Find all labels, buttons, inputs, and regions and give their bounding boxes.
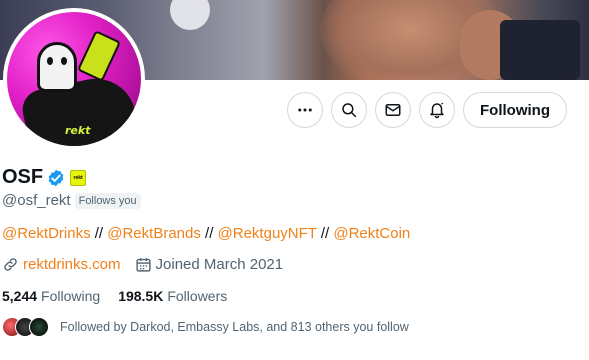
bio-separator: // (200, 225, 218, 242)
avatar-eye (47, 57, 53, 65)
notifications-button[interactable] (419, 92, 455, 128)
profile-meta: rektdrinks.com Joined March 2021 (2, 256, 283, 273)
profile-actions: Following (287, 92, 567, 128)
affiliate-badge-icon[interactable]: rekt (70, 169, 87, 186)
following-count[interactable]: 5,244 (2, 288, 37, 304)
message-button[interactable] (375, 92, 411, 128)
profile-bio: @RektDrinks // @RektBrands // @RektguyNF… (2, 225, 410, 242)
profile-handle: @osf_rekt (2, 192, 71, 209)
bio-mention-rektguynft[interactable]: @RektguyNFT (218, 225, 317, 242)
more-button[interactable] (287, 92, 323, 128)
avatar-eye (61, 57, 67, 65)
joined-date: Joined March 2021 (155, 256, 284, 273)
profile-website-link[interactable]: rektdrinks.com (23, 256, 121, 273)
profile-stats: 5,244 Following 198.5K Followers (2, 288, 245, 304)
search-icon (342, 103, 357, 118)
followed-by-avatars (2, 317, 50, 337)
calendar-icon (135, 258, 151, 272)
following-link[interactable]: Following (41, 288, 100, 304)
followers-link[interactable]: Followers (167, 288, 227, 304)
followed-by-text[interactable]: Followed by Darkod, Embassy Labs, and 81… (60, 320, 409, 334)
search-profile-button[interactable] (331, 92, 367, 128)
avatar-logo-text: rekt (65, 124, 91, 137)
avatar-frame[interactable]: rekt (3, 8, 145, 150)
verified-badge-icon[interactable] (46, 168, 66, 188)
notification-bell-icon (430, 102, 444, 119)
followers-count[interactable]: 198.5K (118, 288, 163, 304)
handle-row: @osf_rekt Follows you (2, 192, 141, 209)
mini-avatar (29, 317, 49, 337)
bio-mention-rektdrinks[interactable]: @RektDrinks (2, 225, 91, 242)
bio-separator: // (90, 225, 108, 242)
bio-mention-rektcoin[interactable]: @RektCoin (333, 225, 410, 242)
following-button[interactable]: Following (463, 92, 567, 128)
bio-mention-rektbrands[interactable]: @RektBrands (107, 225, 201, 242)
banner-figure-1 (170, 0, 210, 30)
avatar-ghost-character (37, 42, 77, 92)
bio-separator: // (316, 225, 334, 242)
avatar-can (77, 30, 121, 82)
banner-figure-4 (500, 20, 580, 80)
display-name: OSF (2, 166, 44, 188)
link-icon (4, 258, 17, 271)
followed-by-row[interactable]: Followed by Darkod, Embassy Labs, and 81… (2, 317, 409, 337)
avatar[interactable]: rekt (7, 12, 141, 146)
name-row: OSF rekt (2, 166, 87, 189)
message-icon (385, 104, 401, 116)
follows-you-badge: Follows you (74, 192, 141, 209)
more-icon (298, 108, 312, 112)
